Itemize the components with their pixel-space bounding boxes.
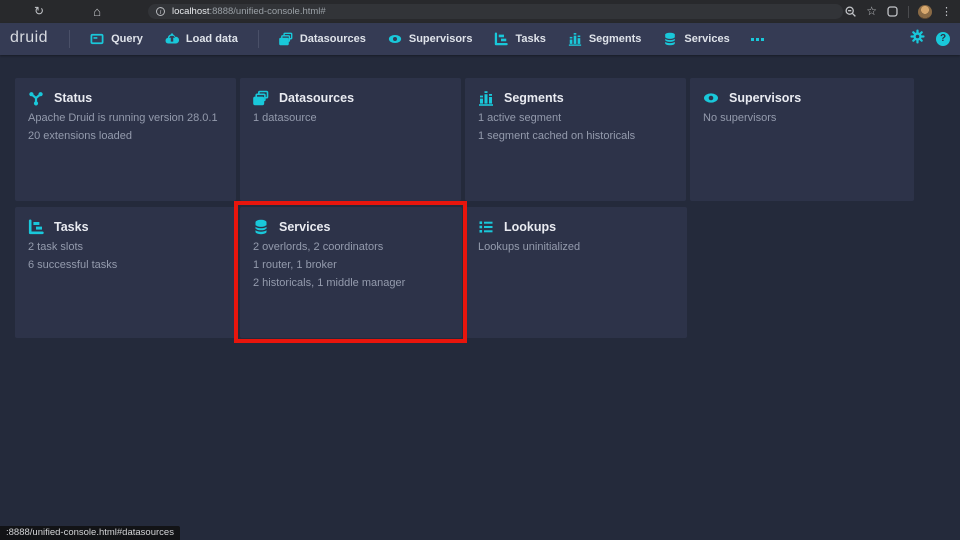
card-title: Services [279, 220, 330, 234]
card-line: 1 datasource [253, 113, 448, 124]
card-title: Lookups [504, 220, 556, 234]
properties-icon [478, 219, 494, 235]
gantt-chart-icon [494, 32, 508, 46]
multi-select-icon [253, 90, 269, 106]
more-menu-icon[interactable] [741, 23, 774, 55]
database-icon [253, 219, 269, 235]
card-line: 2 overlords, 2 coordinators [253, 242, 449, 253]
nav-divider [69, 30, 70, 48]
browser-toolbar: ↻ ⌂ i localhost:8888/unified-console.htm… [0, 0, 960, 23]
profile-avatar[interactable] [918, 5, 932, 19]
card-title: Datasources [279, 91, 354, 105]
nav-item-datasources[interactable]: Datasources [268, 23, 377, 55]
nav-item-segments[interactable]: Segments [557, 23, 653, 55]
card-title: Tasks [54, 220, 89, 234]
nav-label: Supervisors [409, 33, 473, 45]
nav-divider [258, 30, 259, 48]
cloud-upload-icon [165, 32, 179, 46]
home-icon[interactable]: ⌂ [88, 0, 106, 23]
card-line: 2 historicals, 1 middle manager [253, 278, 449, 289]
toolbar-divider [908, 6, 909, 18]
extensions-icon[interactable] [886, 5, 899, 18]
druid-navbar: druid Query Load data Datasources Superv… [0, 23, 960, 55]
card-line: 1 active segment [478, 113, 673, 124]
nav-label: Datasources [300, 33, 366, 45]
graph-icon [28, 90, 44, 106]
url-tail: :8888/unified-console.html# [210, 6, 326, 17]
zoom-icon[interactable] [844, 5, 857, 18]
card-services[interactable]: Services 2 overlords, 2 coordinators 1 r… [240, 207, 462, 338]
nav-label: Tasks [515, 33, 545, 45]
nav-label: Services [684, 33, 729, 45]
nav-label: Segments [589, 33, 642, 45]
link-status-bar: :8888/unified-console.html#datasources [0, 526, 180, 540]
card-title: Status [54, 91, 92, 105]
nav-label: Load data [186, 33, 238, 45]
card-line: 1 segment cached on historicals [478, 131, 673, 142]
multi-select-icon [279, 32, 293, 46]
card-title: Segments [504, 91, 564, 105]
nav-item-supervisors[interactable]: Supervisors [377, 23, 484, 55]
nav-item-services[interactable]: Services [652, 23, 740, 55]
card-datasources[interactable]: Datasources 1 datasource [240, 78, 461, 201]
card-status[interactable]: Status Apache Druid is running version 2… [15, 78, 236, 201]
card-line: 2 task slots [28, 242, 223, 253]
card-title: Supervisors [729, 91, 801, 105]
gantt-chart-icon [28, 219, 44, 235]
application-icon [90, 32, 104, 46]
browser-menu-icon[interactable]: ⋮ [941, 5, 952, 18]
url-text: localhost:8888/unified-console.html# [172, 6, 326, 17]
druid-logo[interactable]: druid [0, 29, 60, 49]
help-icon[interactable]: ? [936, 32, 950, 46]
database-icon [663, 32, 677, 46]
stacked-chart-icon [478, 90, 494, 106]
eye-icon [388, 32, 402, 46]
url-host: localhost [172, 6, 210, 17]
nav-item-load-data[interactable]: Load data [154, 23, 249, 55]
card-segments[interactable]: Segments 1 active segment 1 segment cach… [465, 78, 686, 201]
site-info-icon[interactable]: i [156, 7, 165, 16]
settings-gear-icon[interactable] [910, 29, 925, 49]
nav-item-query[interactable]: Query [79, 23, 154, 55]
nav-label: Query [111, 33, 143, 45]
card-line: 20 extensions loaded [28, 131, 223, 142]
card-supervisors[interactable]: Supervisors No supervisors [690, 78, 914, 201]
reload-icon[interactable]: ↻ [30, 0, 48, 23]
card-line: 6 successful tasks [28, 260, 223, 271]
card-line: Lookups uninitialized [478, 242, 674, 253]
stacked-chart-icon [568, 32, 582, 46]
bookmark-star-icon[interactable]: ☆ [866, 0, 877, 23]
card-line: No supervisors [703, 113, 901, 124]
card-line: 1 router, 1 broker [253, 260, 449, 271]
card-lookups[interactable]: Lookups Lookups uninitialized [465, 207, 687, 338]
nav-item-tasks[interactable]: Tasks [483, 23, 556, 55]
card-line: Apache Druid is running version 28.0.1 [28, 113, 223, 124]
card-tasks[interactable]: Tasks 2 task slots 6 successful tasks [15, 207, 236, 338]
address-bar[interactable]: i localhost:8888/unified-console.html# [148, 4, 843, 19]
eye-icon [703, 90, 719, 106]
